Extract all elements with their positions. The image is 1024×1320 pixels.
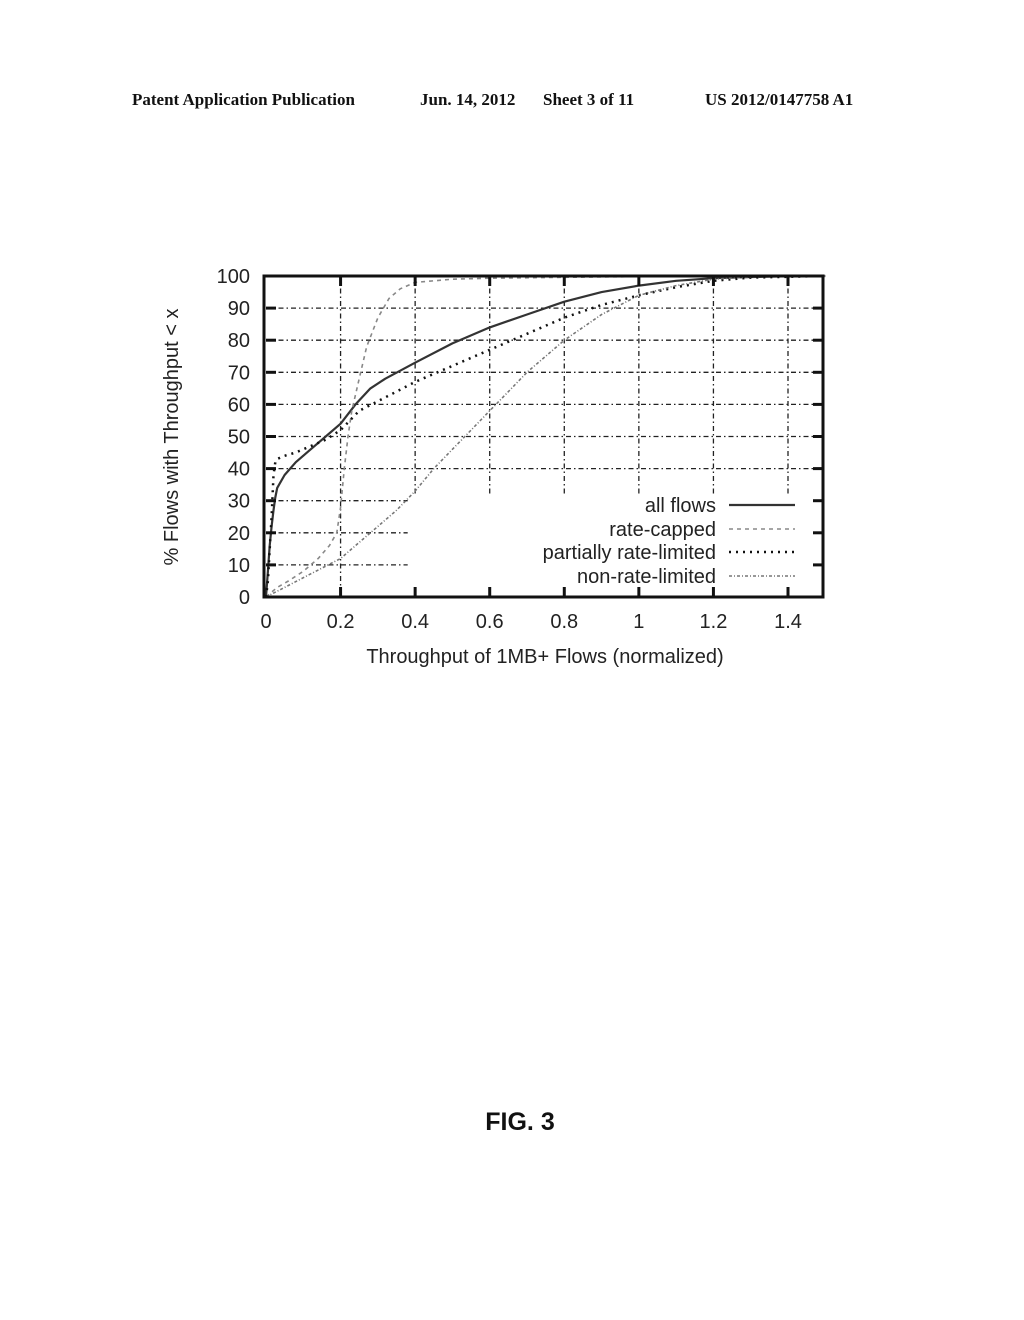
y-tick-label: 100 (217, 266, 250, 288)
y-tick-label: 80 (228, 330, 250, 352)
x-tick-label: 1.4 (774, 611, 802, 633)
y-tick-label: 70 (228, 362, 250, 384)
x-axis-label: Throughput of 1MB+ Flows (normalized) (366, 646, 723, 668)
y-tick-label: 0 (239, 587, 250, 609)
figure-label: FIG. 3 (485, 1108, 555, 1136)
legend-label: non-rate-limited (577, 566, 716, 588)
legend-label: rate-capped (609, 519, 716, 541)
y-tick-label: 10 (228, 555, 250, 577)
y-tick-label: 30 (228, 491, 250, 513)
y-axis-label: % Flows with Throughput < x (161, 309, 183, 566)
y-tick-label: 60 (228, 394, 250, 416)
y-tick-label: 50 (228, 427, 250, 449)
x-tick-label: 0 (260, 611, 271, 633)
legend-label: partially rate-limited (543, 542, 716, 564)
legend: all flowsrate-cappedpartially rate-limit… (543, 495, 795, 588)
x-tick-label: 0.4 (401, 611, 429, 633)
x-tick-label: 1.2 (700, 611, 728, 633)
x-tick-label: 0.6 (476, 611, 504, 633)
y-tick-label: 90 (228, 298, 250, 320)
cdf-chart: 0 10 20 30 40 50 60 70 80 90 100 0 0.2 0.4 0.6 0.8 1 1.2 1… (161, 266, 826, 668)
y-tick-label: 20 (228, 523, 250, 545)
x-tick-label: 0.8 (550, 611, 578, 633)
axis-ticks: 0 10 20 30 40 50 60 70 80 90 100 0 0.2 0.4 0.6 0.8 1 1.2 1… (217, 266, 823, 633)
x-tick-label: 1 (633, 611, 644, 633)
legend-label: all flows (645, 495, 716, 517)
y-tick-label: 40 (228, 459, 250, 481)
x-tick-label: 0.2 (327, 611, 355, 633)
